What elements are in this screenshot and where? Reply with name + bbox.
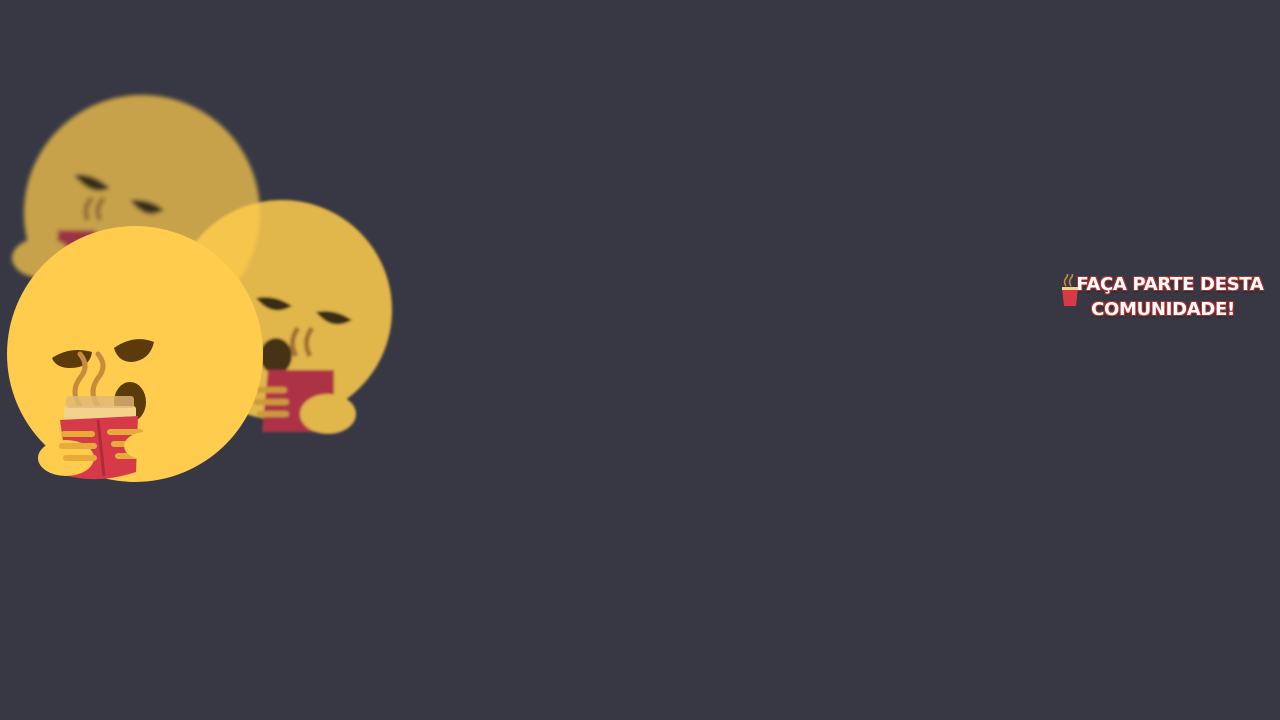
canvas: FAÇA PARTE DESTA COMUNIDADE! xyxy=(0,0,1280,720)
join-community-banner[interactable]: FAÇA PARTE DESTA COMUNIDADE! xyxy=(1058,272,1268,322)
cta-line-2: COMUNIDADE! xyxy=(1091,299,1235,320)
emoji-front xyxy=(7,226,263,482)
hot-drink-icon xyxy=(1062,274,1078,306)
cta-line-1: FAÇA PARTE DESTA xyxy=(1076,274,1264,295)
yawning-reading-face-icon xyxy=(7,95,392,482)
